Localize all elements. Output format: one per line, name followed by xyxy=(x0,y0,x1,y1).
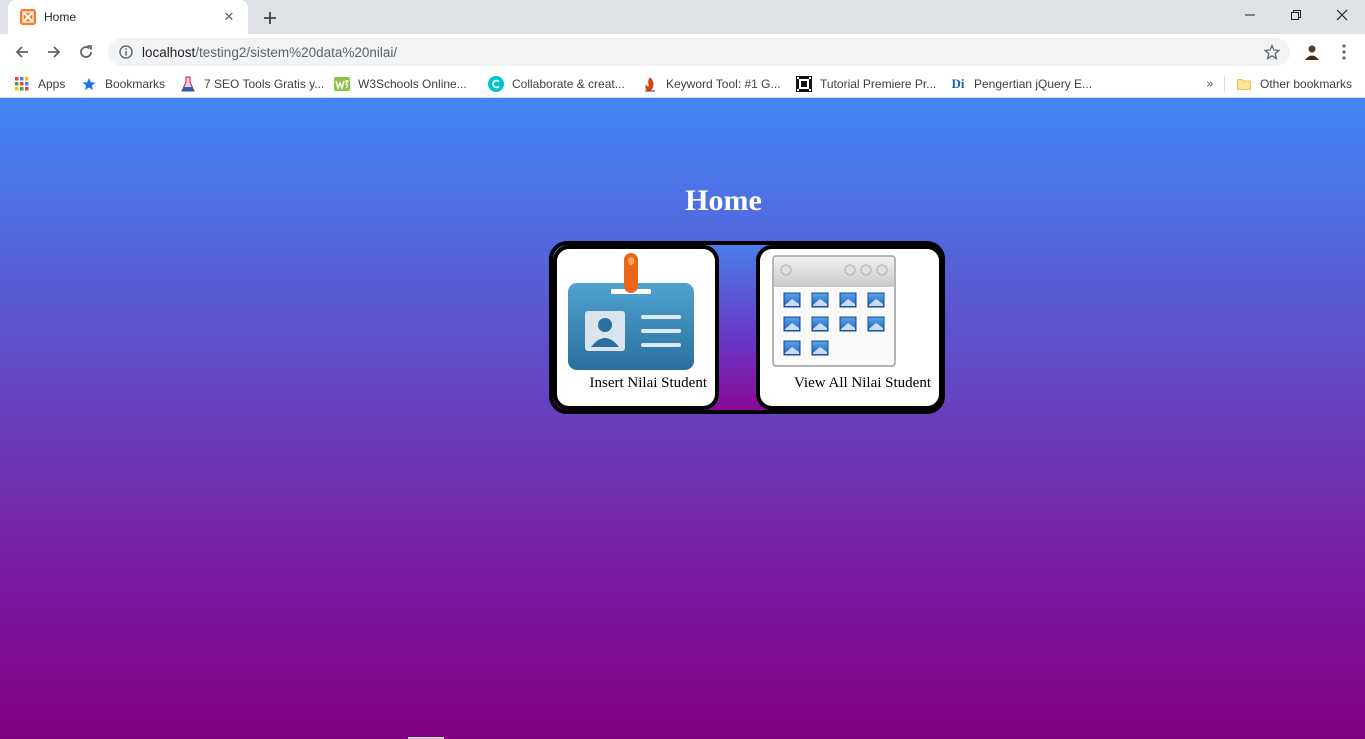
flask-icon xyxy=(180,76,196,92)
apps-grid-icon xyxy=(14,76,30,92)
bookmark-premiere[interactable]: Tutorial Premiere Pr... xyxy=(796,74,936,94)
minimize-icon xyxy=(1245,14,1255,16)
restore-icon xyxy=(1291,10,1301,20)
folder-icon xyxy=(1236,76,1252,92)
bookmark-label: Keyword Tool: #1 G... xyxy=(666,77,781,91)
minimize-button[interactable] xyxy=(1227,0,1273,30)
bookmark-canva[interactable]: Collaborate & creat... xyxy=(488,74,625,94)
restore-button[interactable] xyxy=(1273,0,1319,30)
browser-toolbar: localhost/testing2/sistem%20data%20nilai… xyxy=(0,34,1365,70)
info-icon[interactable] xyxy=(118,44,134,60)
film-icon xyxy=(796,76,812,92)
bookmark-label: Other bookmarks xyxy=(1260,77,1353,91)
xampp-favicon-icon xyxy=(20,9,36,25)
tab-title: Home xyxy=(44,10,77,24)
bookmark-label: Pengertian jQuery E... xyxy=(974,77,1093,91)
view-all-nilai-card[interactable]: View All Nilai Student xyxy=(756,245,943,410)
bookmarks-divider xyxy=(1224,76,1225,92)
more-bookmarks-chevron-icon[interactable]: » xyxy=(1200,74,1220,94)
bookmark-seo-tools[interactable]: 7 SEO Tools Gratis y... xyxy=(180,74,324,94)
insert-nilai-label: Insert Nilai Student xyxy=(589,375,707,391)
arrow-left-icon xyxy=(15,46,28,58)
bookmarks-bar: Apps Bookmarks 7 SEO Tools Gratis y... W… xyxy=(0,70,1365,98)
url-path: /testing2/sistem%20data%20nilai/ xyxy=(195,44,398,60)
plus-icon xyxy=(264,12,276,24)
bookmark-keyword-tool[interactable]: Keyword Tool: #1 G... xyxy=(642,74,781,94)
bookmark-star-icon[interactable] xyxy=(1258,38,1286,66)
bookmark-label: Bookmarks xyxy=(105,77,166,91)
bookmark-star-icon xyxy=(81,76,97,92)
bookmark-label: W3Schools Online... xyxy=(358,77,467,91)
bookmark-label: Collaborate & creat... xyxy=(512,77,625,91)
bookmark-label: Tutorial Premiere Pr... xyxy=(820,77,937,91)
close-icon xyxy=(1336,9,1348,21)
bookmark-label: Apps xyxy=(38,77,66,91)
tab-strip: Home ✕ xyxy=(0,0,1365,34)
insert-nilai-card[interactable]: Insert Nilai Student xyxy=(553,245,719,410)
canva-icon xyxy=(488,76,504,92)
bookmark-label: 7 SEO Tools Gratis y... xyxy=(204,77,325,91)
id-card-icon xyxy=(568,253,694,370)
bookmark-bookmarks[interactable]: Bookmarks xyxy=(81,74,165,94)
url-text: localhost/testing2/sistem%20data%20nilai… xyxy=(142,45,1258,60)
address-bar[interactable]: localhost/testing2/sistem%20data%20nilai… xyxy=(108,38,1290,66)
bookmark-w3schools[interactable]: W3Schools Online... xyxy=(334,74,467,94)
reload-button[interactable] xyxy=(72,38,100,66)
back-button[interactable] xyxy=(8,38,36,66)
page-title: Home xyxy=(685,184,762,217)
image-gallery-icon xyxy=(772,255,896,367)
reload-icon xyxy=(80,45,92,58)
tab-close-icon[interactable]: ✕ xyxy=(220,8,238,26)
new-tab-button[interactable] xyxy=(258,6,282,30)
kebab-menu-icon[interactable] xyxy=(1332,40,1356,64)
tab-home[interactable]: Home ✕ xyxy=(8,0,248,34)
menu-container: Insert Nilai Student View All Nilai Stud… xyxy=(549,241,945,414)
bookmark-other[interactable]: Other bookmarks xyxy=(1236,74,1352,94)
profile-avatar-icon[interactable] xyxy=(1300,40,1324,64)
page-viewport: Home Insert Nilai Student View All Nilai… xyxy=(0,98,1365,739)
w3schools-icon xyxy=(334,76,350,92)
close-window-button[interactable] xyxy=(1319,0,1365,30)
url-host: localhost xyxy=(142,44,196,60)
di-icon: Di xyxy=(951,76,965,91)
window-controls xyxy=(1227,0,1365,30)
bookmark-apps[interactable]: Apps xyxy=(14,74,65,94)
bookmark-jquery[interactable]: Di Pengertian jQuery E... xyxy=(950,74,1093,94)
flame-icon xyxy=(642,76,658,92)
arrow-right-icon xyxy=(48,46,61,58)
view-all-nilai-label: View All Nilai Student xyxy=(793,375,931,391)
forward-button[interactable] xyxy=(40,38,68,66)
